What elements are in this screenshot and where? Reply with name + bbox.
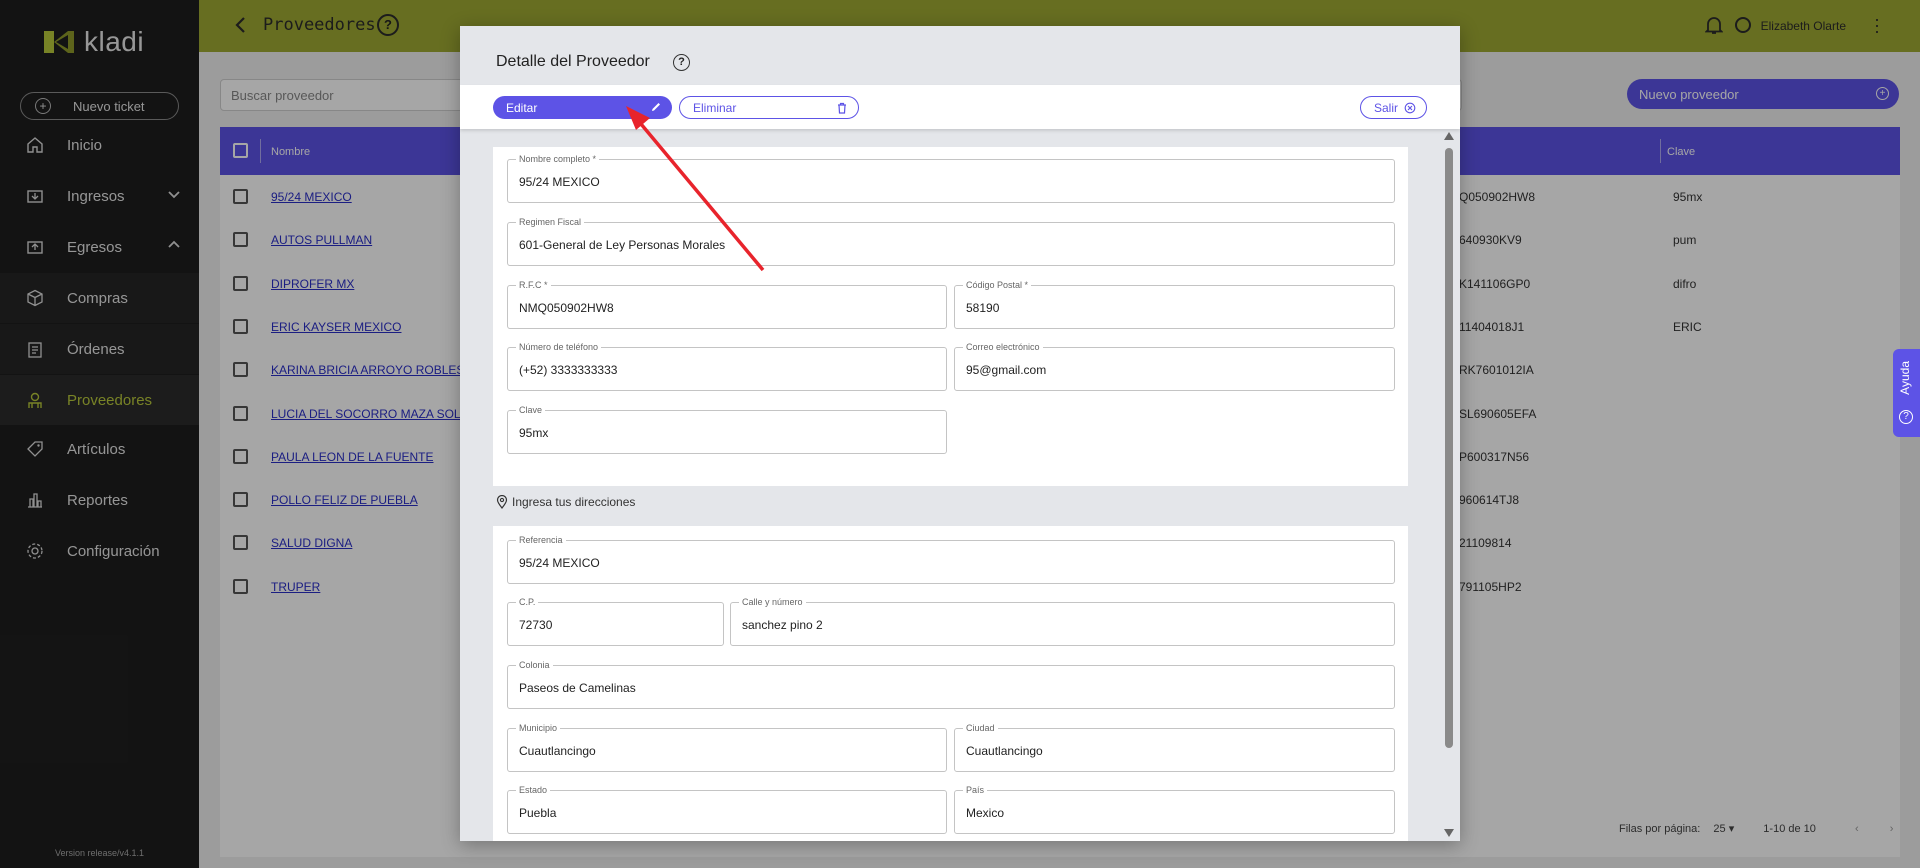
clave-field[interactable]: Clave 95mx (507, 404, 947, 454)
scroll-down-icon[interactable] (1444, 829, 1454, 837)
field-value: 95/24 MEXICO (519, 175, 600, 189)
referencia-field[interactable]: Referencia 95/24 MEXICO (507, 534, 1395, 584)
modal-scroll-area[interactable]: Nombre completo * 95/24 MEXICO Regimen F… (460, 130, 1460, 841)
field-value: 95/24 MEXICO (519, 556, 600, 570)
field-label: Ciudad (963, 722, 998, 734)
field-value: (+52) 3333333333 (519, 363, 618, 377)
field-value: Puebla (519, 806, 557, 820)
provider-detail-modal: Detalle del Proveedor ? Editar Eliminar … (460, 26, 1460, 841)
ciudad-field[interactable]: Ciudad Cuautlancingo (954, 722, 1395, 772)
field-label: Estado (516, 784, 551, 796)
delete-button[interactable]: Eliminar (679, 96, 859, 119)
telefono-field[interactable]: Número de teléfono (+52) 3333333333 (507, 341, 947, 391)
help-circle-icon: ? (1899, 410, 1913, 424)
field-value: 601-General de Ley Personas Morales (519, 238, 726, 252)
close-circle-icon (1404, 102, 1416, 114)
edit-button[interactable]: Editar (493, 96, 672, 119)
help-tab-label: Ayuda (1898, 361, 1912, 395)
field-label: Nombre completo * (516, 153, 600, 165)
scroll-up-icon[interactable] (1444, 132, 1454, 140)
field-label: Clave (516, 404, 546, 416)
correo-field[interactable]: Correo electrónico 95@gmail.com (954, 341, 1395, 391)
field-label: Código Postal * (963, 279, 1032, 291)
help-tab[interactable]: Ayuda ? (1893, 349, 1920, 437)
modal-action-bar: Editar Eliminar Salir (460, 85, 1460, 129)
field-value: 95mx (519, 426, 549, 440)
municipio-field[interactable]: Municipio Cuautlancingo (507, 722, 947, 772)
help-icon[interactable]: ? (673, 54, 690, 71)
address-section-title: Ingresa tus direcciones (496, 495, 635, 509)
field-label: Referencia (516, 534, 566, 546)
pencil-icon (652, 103, 660, 111)
estado-field[interactable]: Estado Puebla (507, 784, 947, 834)
field-label: R.F.C * (516, 279, 551, 291)
field-label: C.P. (516, 596, 539, 608)
scroll-thumb[interactable] (1445, 148, 1453, 748)
nombre-field[interactable]: Nombre completo * 95/24 MEXICO (507, 153, 1395, 203)
field-value: NMQ050902HW8 (519, 301, 614, 315)
field-value: Cuautlancingo (966, 744, 1043, 758)
location-pin-icon (496, 495, 508, 509)
field-value: Mexico (966, 806, 1005, 820)
address-section-label: Ingresa tus direcciones (512, 495, 636, 509)
colonia-field[interactable]: Colonia Paseos de Camelinas (507, 659, 1395, 709)
calle-field[interactable]: Calle y número sanchez pino 2 (730, 596, 1395, 646)
field-label: Número de teléfono (516, 341, 602, 353)
regimen-field[interactable]: Regimen Fiscal 601-General de Ley Person… (507, 216, 1395, 266)
field-label: Calle y número (739, 596, 806, 608)
provider-info-card: Nombre completo * 95/24 MEXICO Regimen F… (493, 147, 1408, 486)
edit-label: Editar (506, 100, 538, 115)
field-value: 58190 (966, 301, 1000, 315)
field-label: País (963, 784, 988, 796)
modal-header: Detalle del Proveedor ? (460, 26, 1460, 85)
codigo-postal-field[interactable]: Código Postal * 58190 (954, 279, 1395, 329)
field-label: Municipio (516, 722, 561, 734)
address-card: Referencia 95/24 MEXICO C.P. 72730 Calle… (493, 526, 1408, 841)
delete-label: Eliminar (693, 100, 737, 115)
modal-title: Detalle del Proveedor (496, 53, 650, 70)
rfc-field[interactable]: R.F.C * NMQ050902HW8 (507, 279, 947, 329)
pais-field[interactable]: País Mexico (954, 784, 1395, 834)
address-cp-field[interactable]: C.P. 72730 (507, 596, 724, 646)
field-value: 72730 (519, 618, 553, 632)
field-label: Colonia (516, 659, 553, 671)
field-value: Cuautlancingo (519, 744, 596, 758)
exit-button[interactable]: Salir (1360, 96, 1427, 119)
field-label: Correo electrónico (963, 341, 1043, 353)
trash-icon (838, 102, 846, 114)
field-value: 95@gmail.com (966, 363, 1047, 377)
field-label: Regimen Fiscal (516, 216, 585, 228)
modal-scrollbar[interactable] (1442, 130, 1456, 841)
field-value: Paseos de Camelinas (519, 681, 636, 695)
exit-label: Salir (1374, 100, 1399, 115)
field-value: sanchez pino 2 (742, 618, 823, 632)
